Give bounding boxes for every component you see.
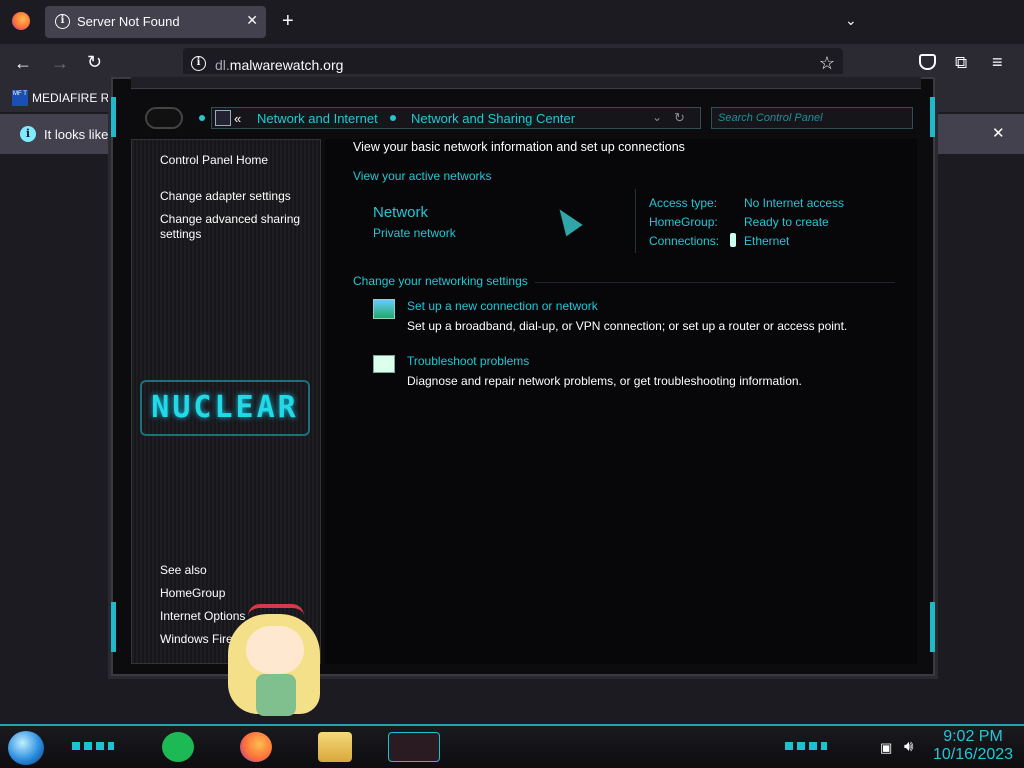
control-panel-task-icon[interactable] xyxy=(388,732,440,762)
character-dress xyxy=(256,674,296,716)
reload-icon[interactable]: ↻ xyxy=(87,52,102,73)
network-icon xyxy=(215,110,231,126)
homegroup-value[interactable]: Ready to create xyxy=(744,215,829,229)
setup-connection-link[interactable]: Set up a new connection or network xyxy=(407,299,598,313)
troubleshoot-link[interactable]: Troubleshoot problems xyxy=(407,354,529,368)
character-headband xyxy=(248,604,304,616)
plus-icon[interactable]: + xyxy=(282,10,294,33)
close-icon[interactable]: ✕ xyxy=(246,12,258,29)
connections-label: Connections: xyxy=(649,234,720,248)
frame-accent-left xyxy=(111,97,116,137)
back-icon[interactable]: ← xyxy=(14,53,32,74)
access-type-label: Access type: xyxy=(649,196,718,210)
search-placeholder: Search Control Panel xyxy=(718,112,823,124)
taskbar: ▣ 🔊︎ 9:02 PM 10/16/2023 xyxy=(0,724,1024,768)
troubleshoot-desc: Diagnose and repair network problems, or… xyxy=(407,374,802,388)
dot-icon xyxy=(199,115,205,121)
chevron-down-icon[interactable]: ⌄ xyxy=(652,110,662,124)
taskbar-accent-right xyxy=(785,742,827,750)
clock[interactable]: 9:02 PM 10/16/2023 xyxy=(928,728,1018,764)
network-divider xyxy=(635,189,636,253)
connections-value[interactable]: Ethernet xyxy=(744,234,789,248)
breadcrumb-network-internet[interactable]: Network and Internet xyxy=(257,111,378,126)
frame-accent-left-bottom xyxy=(111,602,116,652)
setup-connection-icon xyxy=(373,299,395,319)
cursor-icon xyxy=(551,203,583,237)
change-settings-heading: Change your networking settings xyxy=(353,274,528,288)
ethernet-icon xyxy=(730,233,736,247)
network-name: Network xyxy=(373,204,429,221)
sidebar-control-panel-home[interactable]: Control Panel Home xyxy=(160,153,268,167)
sidebar-change-advanced-1[interactable]: Change advanced sharing xyxy=(160,212,300,226)
frame-accent-right-bottom xyxy=(930,602,935,652)
url-text: dl.malwarewatch.org xyxy=(215,57,344,73)
network-tray-icon[interactable]: ▣ xyxy=(880,740,892,756)
tab-server-not-found[interactable]: i Server Not Found ✕ xyxy=(45,6,266,38)
info-icon: i xyxy=(20,126,36,142)
spotify-icon[interactable] xyxy=(162,732,194,762)
star-icon[interactable]: ☆ xyxy=(819,53,835,74)
sidebar-homegroup[interactable]: HomeGroup xyxy=(160,586,225,600)
nuclear-logo: NUCLEAR xyxy=(140,380,310,436)
back-forward-orb[interactable] xyxy=(145,107,183,129)
sidebar-change-adapter[interactable]: Change adapter settings xyxy=(160,189,291,203)
troubleshoot-icon xyxy=(373,355,395,373)
network-type-link[interactable]: Private network xyxy=(373,226,456,240)
window-frame-top xyxy=(131,77,921,89)
logo-text: NUCLEAR xyxy=(151,390,299,425)
sidebar-change-advanced-2[interactable]: settings xyxy=(160,227,201,241)
pocket-icon[interactable] xyxy=(919,54,936,70)
sidebar-see-also: See also xyxy=(160,563,207,577)
search-control-panel[interactable]: Search Control Panel xyxy=(711,107,913,129)
close-icon[interactable]: ✕ xyxy=(992,124,1005,142)
character-face xyxy=(246,626,304,674)
extensions-icon[interactable]: ⧉ xyxy=(955,53,967,73)
main-content: View your basic network information and … xyxy=(325,139,917,664)
clock-time: 9:02 PM xyxy=(943,728,1003,745)
bookmark-mediafire[interactable]: MF T MEDIAFIRE RO xyxy=(12,89,122,109)
control-panel-window: « Network and Internet Network and Shari… xyxy=(108,74,938,679)
active-networks-heading: View your active networks xyxy=(353,169,492,183)
bookmark-label: MEDIAFIRE RO xyxy=(32,91,119,105)
homegroup-label: HomeGroup: xyxy=(649,215,718,229)
breadcrumb-sharing-center[interactable]: Network and Sharing Center xyxy=(411,111,575,126)
firefox-icon[interactable] xyxy=(12,12,30,30)
frame-accent-right xyxy=(930,97,935,137)
tab-title: Server Not Found xyxy=(77,14,180,29)
settings-divider xyxy=(535,282,895,283)
explorer-icon[interactable] xyxy=(318,732,352,762)
setup-connection-desc: Set up a broadband, dial-up, or VPN conn… xyxy=(407,319,848,333)
breadcrumb-separator xyxy=(390,115,396,121)
page-heading: View your basic network information and … xyxy=(353,140,685,154)
start-orb-icon[interactable] xyxy=(8,731,44,765)
forward-icon[interactable]: → xyxy=(51,53,69,74)
breadcrumb-root[interactable]: « xyxy=(234,111,241,126)
firefox-icon[interactable] xyxy=(240,732,272,762)
mediafire-icon: MF T xyxy=(12,90,28,106)
sidebar-windows-firewall[interactable]: Windows Firev xyxy=(160,632,239,646)
info-icon: i xyxy=(55,14,70,29)
taskbar-accent-left xyxy=(72,742,114,750)
sidebar: Control Panel Home Change adapter settin… xyxy=(131,139,321,664)
refresh-icon[interactable]: ↻ xyxy=(674,110,685,126)
speaker-icon[interactable]: 🔊︎ xyxy=(904,738,913,755)
menu-icon[interactable]: ≡ xyxy=(992,52,1003,73)
tab-bar: i Server Not Found ✕ + ⌄ xyxy=(0,0,1024,44)
chevron-down-icon[interactable]: ⌄ xyxy=(845,12,857,29)
info-icon: i xyxy=(191,56,206,71)
access-type-value: No Internet access xyxy=(744,196,845,210)
address-bar[interactable]: « Network and Internet Network and Shari… xyxy=(211,107,701,129)
character-sticker xyxy=(228,604,324,722)
clock-date: 10/16/2023 xyxy=(932,746,1014,763)
